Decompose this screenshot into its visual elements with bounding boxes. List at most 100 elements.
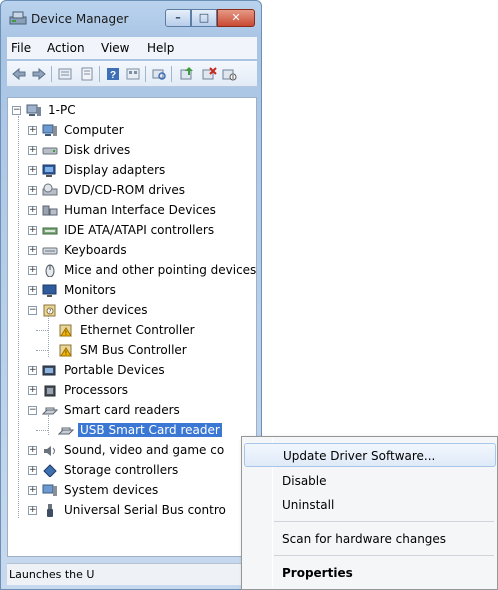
ctx-disable-label: Disable [282, 474, 327, 488]
ctx-separator [274, 521, 494, 522]
svg-text:!: ! [65, 350, 67, 357]
back-arrow-icon[interactable] [11, 66, 27, 82]
tree-node-label: Monitors [64, 283, 116, 297]
device-tree[interactable]: − 1-PC + Computer + Disk drives + Display ada… [7, 97, 257, 557]
tree-node-label: DVD/CD-ROM drives [64, 183, 186, 197]
toolbar-separator [171, 66, 172, 82]
collapse-toggle[interactable]: − [12, 106, 21, 115]
sound-icon [44, 446, 55, 456]
expand-toggle[interactable]: + [28, 126, 37, 135]
expand-toggle[interactable]: + [28, 286, 37, 295]
expand-toggle[interactable]: + [28, 206, 37, 215]
expand-toggle[interactable]: + [28, 226, 37, 235]
tree-connector [36, 430, 48, 431]
tree-node-label: Display adapters [64, 163, 166, 177]
expand-toggle[interactable]: + [28, 246, 37, 255]
update-driver-icon[interactable] [179, 66, 195, 82]
maximize-button[interactable]: □ [191, 9, 217, 27]
tree-node-label: IDE ATA/ATAPI controllers [64, 223, 215, 237]
maximize-icon: □ [198, 11, 210, 24]
tree-node-label: Sound, video and game co [64, 443, 225, 457]
ide-controller-icon [42, 227, 58, 235]
tree-connector [48, 315, 49, 357]
menu-action[interactable]: Action [47, 41, 85, 55]
tree-node-label: SM Bus Controller [80, 343, 187, 357]
portable-device-icon [42, 365, 56, 376]
tree-node-label: Storage controllers [64, 463, 179, 477]
system-device-icon [42, 484, 57, 496]
usb-icon [47, 504, 53, 517]
ctx-update-driver[interactable]: Update Driver Software... [244, 443, 496, 467]
ctx-uninstall[interactable]: Uninstall [244, 493, 496, 517]
expand-toggle[interactable]: + [28, 386, 37, 395]
keyboard-icon [42, 247, 58, 255]
toolbar-separator [145, 66, 146, 82]
expand-toggle[interactable]: + [28, 186, 37, 195]
view2-icon[interactable] [125, 66, 141, 82]
tree-node-label: Processors [64, 383, 129, 397]
ctx-scan-hardware-label: Scan for hardware changes [282, 532, 447, 546]
tree-node-label: Ethernet Controller [80, 323, 195, 337]
device-manager-window: Device Manager – □ ✕ File Action View He… [0, 0, 262, 590]
menu-view[interactable]: View [101, 41, 129, 55]
toolbar: ? [7, 61, 257, 87]
menu-file[interactable]: File [11, 41, 31, 55]
status-bar: Launches the U [7, 563, 257, 585]
device-manager-icon [9, 11, 27, 25]
ctx-properties[interactable]: Properties [244, 561, 496, 585]
expand-toggle[interactable]: + [28, 146, 37, 155]
tree-connector [48, 415, 49, 435]
disable-icon[interactable] [221, 66, 237, 82]
expand-toggle[interactable]: + [28, 486, 37, 495]
expand-toggle[interactable]: + [28, 366, 37, 375]
expand-toggle[interactable]: + [28, 466, 37, 475]
computer-icon [42, 124, 57, 136]
minimize-button[interactable]: – [165, 9, 191, 27]
forward-arrow-icon[interactable] [31, 66, 47, 82]
display-adapter-icon [42, 164, 56, 177]
close-button[interactable]: ✕ [217, 9, 255, 27]
other-devices-icon: ? [43, 304, 56, 317]
minimize-icon: – [175, 11, 181, 24]
ctx-properties-label: Properties [282, 566, 353, 580]
properties-icon[interactable] [79, 66, 95, 82]
tree-node-label: Portable Devices [64, 363, 165, 377]
ctx-uninstall-label: Uninstall [282, 498, 335, 512]
expand-toggle[interactable]: + [28, 446, 37, 455]
ctx-scan-hardware[interactable]: Scan for hardware changes [244, 527, 496, 551]
tree-node-label: Keyboards [64, 243, 127, 257]
tree-node-label: Other devices [64, 303, 148, 317]
tree-node-label: System devices [64, 483, 159, 497]
ctx-separator [274, 555, 494, 556]
tree-node-label: Disk drives [64, 143, 131, 157]
collapse-toggle[interactable]: − [28, 406, 37, 415]
menu-help[interactable]: Help [147, 41, 174, 55]
warning-device-icon: ! [59, 344, 72, 357]
title-bar[interactable]: Device Manager – □ ✕ [1, 1, 261, 35]
dvd-drive-icon [42, 183, 58, 196]
storage-controller-icon [43, 464, 57, 477]
expand-toggle[interactable]: + [28, 166, 37, 175]
tree-node-label: Smart card readers [64, 403, 180, 417]
tree-connector [18, 116, 19, 518]
monitor-icon [42, 284, 57, 297]
uninstall-icon[interactable] [201, 66, 217, 82]
view-icon[interactable] [57, 66, 73, 82]
expand-toggle[interactable]: + [28, 506, 37, 515]
tree-root-label: 1-PC [48, 103, 76, 117]
close-icon: ✕ [231, 11, 241, 24]
ctx-disable[interactable]: Disable [244, 469, 496, 493]
window-title: Device Manager [31, 12, 129, 26]
disk-drive-icon [42, 147, 58, 155]
warning-device-icon: ! [59, 324, 72, 337]
tree-connector [36, 350, 48, 351]
scan-icon[interactable] [151, 66, 167, 82]
tree-node-label: Universal Serial Bus contro [64, 503, 226, 517]
expand-toggle[interactable]: + [28, 266, 37, 275]
tree-node-label: Mice and other pointing devices [64, 263, 257, 277]
ctx-update-driver-label: Update Driver Software... [283, 449, 436, 463]
tree-node-label: Human Interface Devices [64, 203, 216, 217]
help-icon[interactable]: ? [105, 66, 121, 82]
collapse-toggle[interactable]: − [28, 306, 37, 315]
smart-card-reader-icon [42, 407, 58, 415]
